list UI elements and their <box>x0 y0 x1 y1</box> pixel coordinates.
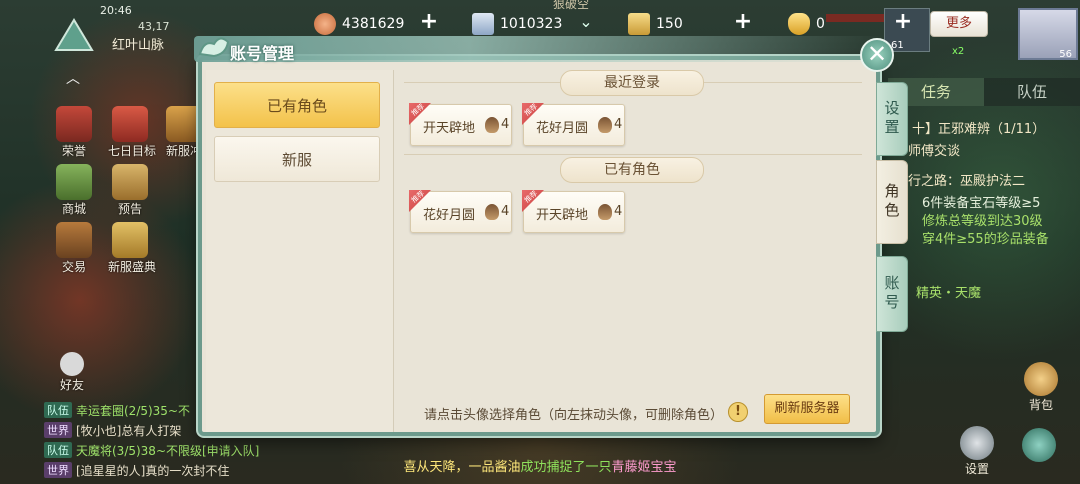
character-icon <box>598 117 612 133</box>
clock: 20:46 <box>100 4 132 17</box>
cloud-ornament-icon <box>196 32 232 62</box>
selection-hint: 请点击头像选择角色（向左抹动头像，可删除角色） <box>424 408 724 423</box>
collapse-up-icon[interactable]: ︿ <box>66 68 80 88</box>
honor-menu[interactable]: 荣誉 <box>52 106 96 159</box>
silver-note-icon <box>472 13 494 35</box>
server-name: 花好月圆 <box>536 121 589 136</box>
tab-account[interactable]: 账号 <box>876 256 908 332</box>
section-divider <box>404 154 862 155</box>
server-name: 开天辟地 <box>423 121 476 136</box>
channel-tag: 世界 <box>44 462 72 478</box>
coordinates: 43,17 <box>138 20 170 33</box>
jade-amount: 4381629 <box>342 16 405 32</box>
add-ingot-button[interactable]: + <box>892 11 914 34</box>
multiplier-badge: x2 <box>952 46 965 57</box>
jade-coin-icon <box>314 13 336 35</box>
channel-tag: 世界 <box>44 422 72 438</box>
section-header-recent: 最近登录 <box>560 70 704 96</box>
quest-line[interactable]: 行之路：巫殿护法二 <box>908 170 1025 189</box>
bag-icon <box>1024 362 1058 396</box>
server-name: 开天辟地 <box>536 208 589 223</box>
add-jade-button[interactable]: + <box>418 11 440 34</box>
server-card[interactable]: 推荐 开天辟地 4 <box>522 189 625 233</box>
section-header-existing: 已有角色 <box>560 157 704 183</box>
chat-row: 队伍 天魔将(3/5)38~不限级[申请入队] <box>44 440 344 460</box>
tab-characters[interactable]: 角色 <box>876 160 908 244</box>
character-icon <box>598 204 612 220</box>
scroll-icon <box>628 13 650 35</box>
quest-tabs: 任务 队伍 <box>888 78 1080 106</box>
character-count: 4 <box>501 117 510 132</box>
add-scroll-button[interactable]: + <box>732 11 754 34</box>
shop-menu[interactable]: 商城 <box>52 164 96 217</box>
warning-icon[interactable]: ! <box>728 402 748 422</box>
abacus-icon <box>56 222 92 258</box>
channel-tag: 队伍 <box>44 402 72 418</box>
character-icon <box>485 117 499 133</box>
new-server-rush-icon <box>166 106 202 142</box>
character-count: 4 <box>501 204 510 219</box>
seven-day-goal-menu[interactable]: 七日目标 <box>108 106 156 159</box>
shop-icon <box>56 164 92 200</box>
gear-icon <box>960 426 994 460</box>
system-broadcast: 喜从天降，一品酱油成功捕捉了一只青藤姬宝宝 <box>403 460 677 475</box>
preview-icon <box>112 164 148 200</box>
player-avatar[interactable]: 56 <box>1018 8 1078 60</box>
ingot-resource: 0 <box>788 12 825 36</box>
character-count: 4 <box>614 204 623 219</box>
jade-resource: 4381629 <box>314 12 404 36</box>
trade-menu[interactable]: 交易 <box>52 222 96 275</box>
top-target-name: 狠破空 <box>553 0 590 11</box>
quest-line[interactable]: 修炼总等级到达30级 <box>922 210 1043 229</box>
chat-message: [牧小也]总有人打架 <box>76 423 182 438</box>
target-hp-bar <box>826 14 884 22</box>
gold-ingot-icon <box>788 13 810 35</box>
dialog-title-bar <box>194 36 884 62</box>
tab-team[interactable]: 队伍 <box>984 78 1080 106</box>
scroll-amount: 150 <box>656 16 683 32</box>
new-server-tab[interactable]: 新服 <box>214 136 380 182</box>
channel-tag: 队伍 <box>44 442 72 458</box>
swirl-skill-button[interactable] <box>1022 428 1056 462</box>
new-server-celebration-menu[interactable]: 新服盛典 <box>108 222 156 275</box>
chat-row: 世界 [追星星的人]真的一次封不住 <box>44 460 344 480</box>
server-card[interactable]: 推荐 花好月圆 4 <box>522 102 625 146</box>
refresh-servers-button[interactable]: 刷新服务器 <box>764 394 850 424</box>
server-card[interactable]: 推荐 花好月圆 4 <box>409 189 512 233</box>
ingot-amount: 0 <box>816 16 825 32</box>
scroll-resource: 150 <box>628 12 683 36</box>
existing-characters-tab[interactable]: 已有角色 <box>214 82 380 128</box>
friends-icon <box>60 352 84 376</box>
settings-button[interactable]: 设置 <box>960 426 994 477</box>
location-name[interactable]: 红叶山脉 <box>112 34 164 53</box>
quest-line[interactable]: 6件装备宝石等级≥5 <box>922 192 1040 211</box>
tab-settings[interactable]: 设置 <box>876 82 908 156</box>
close-button[interactable]: ✕ <box>860 38 894 72</box>
dialog-title: 账号管理 <box>230 44 295 63</box>
celebration-icon <box>112 222 148 258</box>
chevron-down-icon[interactable]: ⌄ <box>576 12 596 34</box>
seven-day-icon <box>112 106 148 142</box>
chat-message: 天魔将(3/5)38~不限级[申请入队] <box>76 443 260 458</box>
server-card[interactable]: 推荐 开天辟地 4 <box>409 102 512 146</box>
bag-button[interactable]: 背包 <box>1024 362 1058 413</box>
character-icon <box>485 204 499 220</box>
friends-menu[interactable]: 好友 <box>50 352 94 393</box>
quest-line[interactable]: 十】正邪难辨（1/11） <box>912 118 1045 137</box>
mountain-location-icon[interactable] <box>52 16 96 52</box>
quest-line[interactable]: 精英・天魔 <box>916 282 981 301</box>
silver-amount: 1010323 <box>500 16 563 32</box>
character-count: 4 <box>614 117 623 132</box>
silver-resource: 1010323 <box>472 12 562 36</box>
server-name: 花好月圆 <box>423 208 476 223</box>
preview-menu[interactable]: 预告 <box>108 164 152 217</box>
quest-line[interactable]: 穿4件≥55的珍品装备 <box>922 228 1049 247</box>
chat-message: 幸运套圈(2/5)35~不 <box>76 403 191 418</box>
chat-message: [追星星的人]真的一次封不住 <box>76 463 230 478</box>
quest-line[interactable]: 师傅交谈 <box>908 140 960 159</box>
swirl-icon <box>1022 428 1056 462</box>
player-level: 56 <box>1059 49 1072 60</box>
more-button[interactable]: 更多 <box>930 11 988 37</box>
honor-icon <box>56 106 92 142</box>
